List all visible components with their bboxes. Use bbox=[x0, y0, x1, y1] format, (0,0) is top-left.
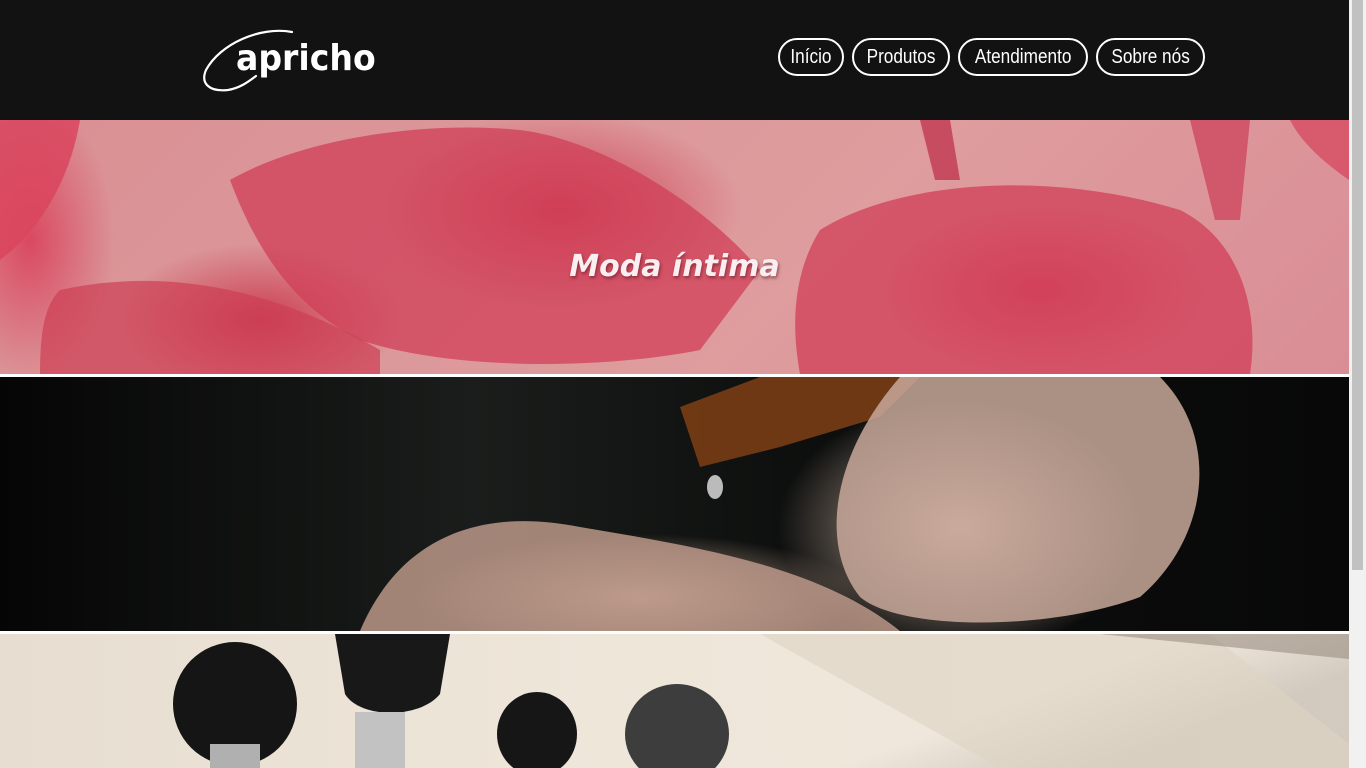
nav-inicio-button[interactable]: Início bbox=[778, 38, 844, 76]
main-nav: Início Produtos Atendimento Sobre nós bbox=[778, 38, 1206, 76]
nav-sobre-nos-label: Sobre nós bbox=[1111, 46, 1190, 68]
banner-oils[interactable] bbox=[0, 377, 1349, 631]
site-header: apricho Início Produtos Atendimento Sobr… bbox=[0, 0, 1349, 120]
nav-inicio-label: Início bbox=[790, 46, 832, 68]
page-scrollbar[interactable] bbox=[1349, 0, 1366, 768]
scrollbar-thumb[interactable] bbox=[1352, 0, 1363, 570]
page: apricho Início Produtos Atendimento Sobr… bbox=[0, 0, 1349, 768]
nav-atendimento-button[interactable]: Atendimento bbox=[957, 38, 1089, 76]
banner-moda-intima[interactable]: Moda íntima bbox=[0, 120, 1349, 374]
makeup-brushes-image bbox=[173, 634, 1349, 768]
banner-title: Moda íntima bbox=[569, 248, 780, 284]
essential-oil-image bbox=[360, 377, 1200, 631]
logo-text: apricho bbox=[236, 38, 376, 79]
capricho-logo[interactable]: apricho bbox=[200, 26, 390, 96]
nav-produtos-button[interactable]: Produtos bbox=[851, 38, 950, 76]
nav-sobre-nos-button[interactable]: Sobre nós bbox=[1096, 38, 1206, 76]
banner-makeup[interactable] bbox=[0, 634, 1349, 768]
nav-produtos-label: Produtos bbox=[866, 46, 936, 68]
nav-atendimento-label: Atendimento bbox=[974, 46, 1072, 68]
banner-overlay bbox=[0, 120, 1349, 374]
